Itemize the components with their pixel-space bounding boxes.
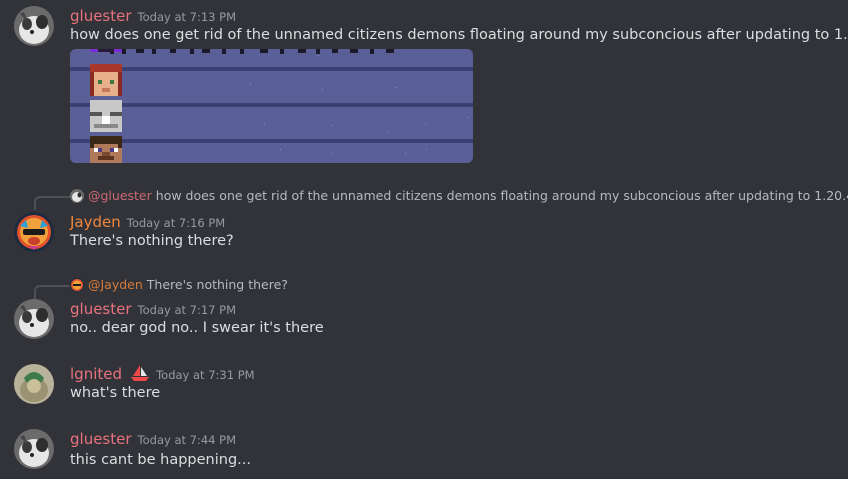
username[interactable]: gluester <box>70 430 132 448</box>
timestamp: Today at 7:17 PM <box>137 303 236 317</box>
jayden-avatar[interactable] <box>14 212 54 252</box>
reply-preview[interactable]: @gluester how does one get rid of the un… <box>70 188 848 203</box>
username[interactable]: lgnited <box>70 365 122 383</box>
skeleton-head-icon <box>90 100 122 132</box>
steve-head-icon <box>90 136 122 163</box>
lgnited-avatar[interactable] <box>14 364 54 404</box>
message-text: no.. dear god no.. I swear it's there <box>70 320 324 336</box>
sailboat-icon <box>130 364 150 386</box>
message-text: There's nothing there? <box>70 233 234 249</box>
gluester-avatar[interactable] <box>14 429 54 469</box>
timestamp: Today at 7:31 PM <box>156 368 255 382</box>
reply-mention[interactable]: @Jayden <box>88 277 143 292</box>
attached-image[interactable] <box>70 49 473 163</box>
reply-text: how does one get rid of the unnamed citi… <box>155 188 848 203</box>
message-text: what's there <box>70 385 161 401</box>
timestamp: Today at 7:44 PM <box>137 433 236 447</box>
reply-mention[interactable]: @gluester <box>88 188 152 203</box>
reply-preview[interactable]: @Jayden There's nothing there? <box>70 277 288 292</box>
timestamp: Today at 7:16 PM <box>126 216 226 230</box>
username[interactable]: Jayden <box>70 213 121 231</box>
message-text: how does one get rid of the unnamed citi… <box>70 27 848 43</box>
reply-text: There's nothing there? <box>146 277 288 292</box>
username[interactable]: gluester <box>70 300 132 318</box>
jayden-mini-avatar <box>70 277 84 292</box>
username[interactable]: gluester <box>70 7 132 25</box>
gluester-avatar[interactable] <box>14 6 54 46</box>
reply-connector <box>34 285 70 299</box>
reply-connector <box>34 196 70 210</box>
gluester-mini-avatar <box>70 188 84 203</box>
timestamp: Today at 7:13 PM <box>137 10 236 24</box>
cropped-pixel-text <box>110 49 394 54</box>
message-text: this cant be happening... <box>70 452 251 468</box>
villager-head-icon <box>90 64 122 96</box>
gluester-avatar[interactable] <box>14 299 54 339</box>
